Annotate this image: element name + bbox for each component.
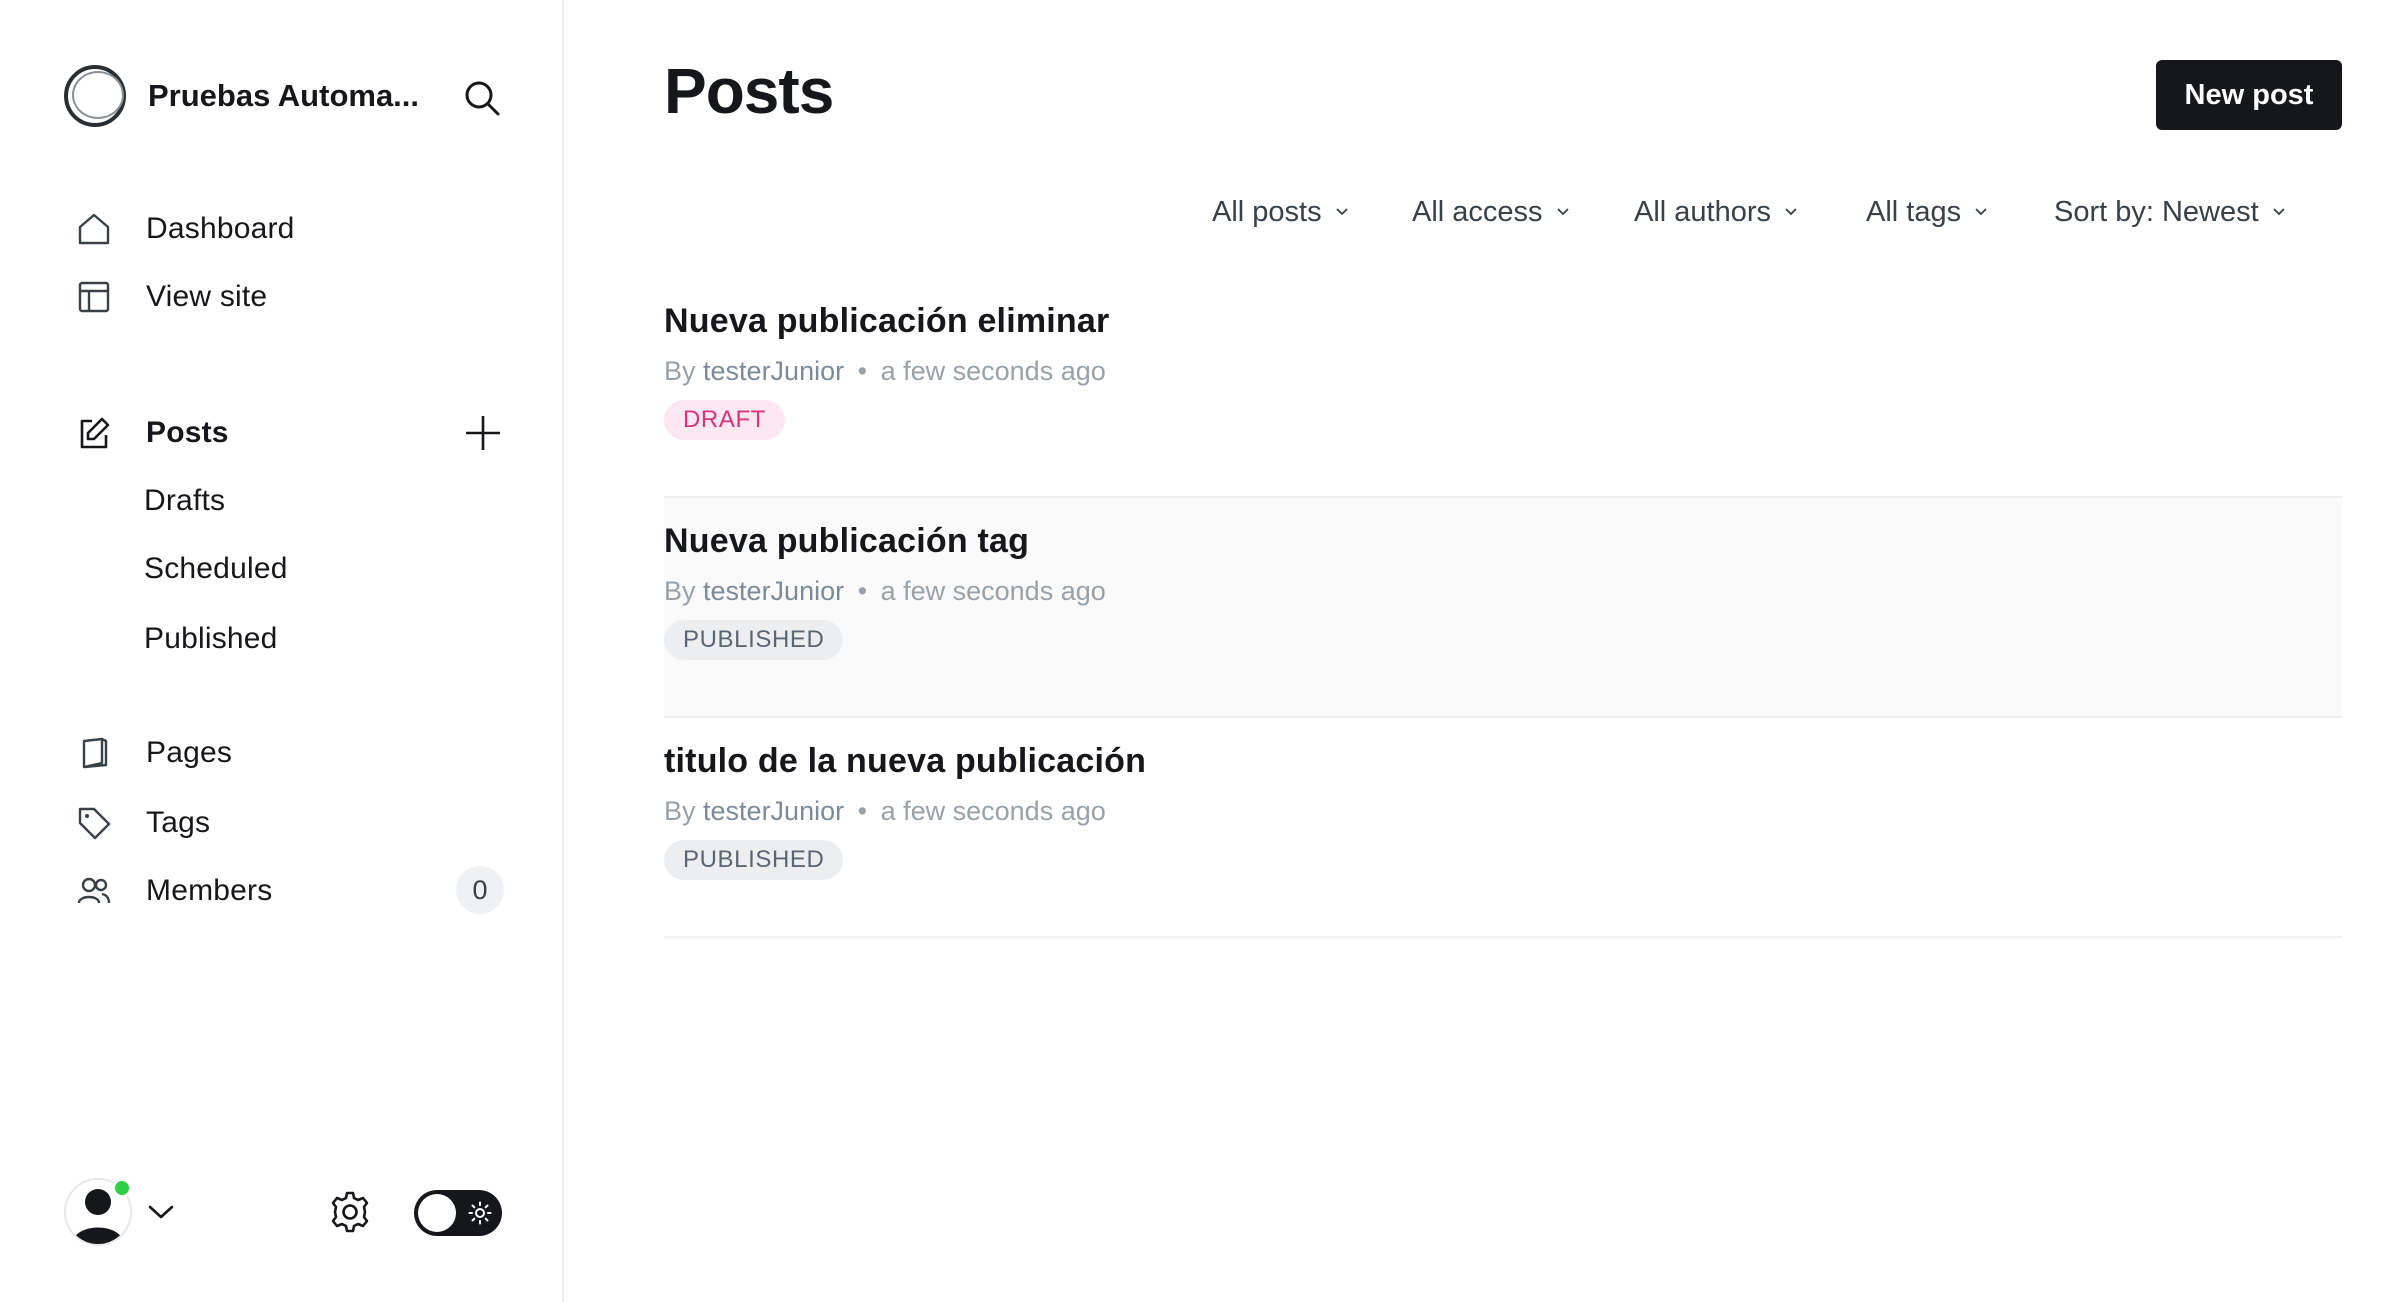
sidebar-item-label: Tags (146, 806, 211, 839)
sidebar-item-label: View site (146, 280, 268, 313)
sidebar-item-label: Posts (146, 416, 229, 449)
sidebar-item-scheduled[interactable]: Scheduled (144, 546, 288, 592)
search-icon (465, 81, 500, 116)
post-time: a few seconds ago (880, 796, 1106, 826)
filter-sort[interactable]: Sort by: Newest (2054, 190, 2287, 234)
post-time: a few seconds ago (880, 576, 1106, 606)
page-title: Posts (664, 55, 834, 127)
tag-icon (74, 803, 114, 843)
edit-icon (74, 413, 114, 453)
home-icon (74, 209, 114, 249)
post-time: a few seconds ago (880, 356, 1106, 386)
meta-separator: • (857, 796, 868, 826)
post-meta: By testerJunior • a few seconds ago (664, 356, 1106, 387)
post-row[interactable]: titulo de la nueva publicación By tester… (664, 718, 2342, 938)
theme-toggle[interactable] (414, 1190, 502, 1236)
post-author: testerJunior (703, 796, 845, 826)
post-meta: By testerJunior • a few seconds ago (664, 576, 1106, 607)
page-icon (74, 733, 114, 773)
status-badge: DRAFT (664, 400, 785, 440)
post-author: testerJunior (703, 356, 845, 386)
main-content: Posts New post All posts All access All … (564, 0, 2400, 1302)
sidebar-item-tags[interactable]: Tags (74, 798, 514, 848)
filter-tags[interactable]: All tags (1866, 190, 1989, 234)
filter-bar: All posts All access All authors All tag… (564, 190, 2308, 234)
site-logo-icon (64, 65, 126, 127)
chevron-down-icon[interactable] (146, 1197, 176, 1227)
meta-separator: • (857, 356, 868, 386)
new-post-button[interactable]: New post (2156, 60, 2342, 130)
chevron-down-icon (2273, 208, 2285, 216)
sidebar-item-pages[interactable]: Pages (74, 728, 514, 778)
sidebar-item-members[interactable]: Members (74, 866, 514, 916)
filter-post-type[interactable]: All posts (1212, 190, 1350, 234)
status-badge: PUBLISHED (664, 840, 844, 880)
post-by: By (664, 356, 696, 386)
settings-button[interactable] (326, 1188, 374, 1236)
post-title[interactable]: Nueva publicación tag (664, 522, 1029, 561)
add-post-button[interactable] (460, 410, 506, 456)
filter-label: All access (1412, 195, 1543, 228)
sidebar-item-posts[interactable]: Posts (74, 408, 514, 458)
sidebar-item-view-site[interactable]: View site (74, 272, 514, 322)
sidebar-item-label: Pages (146, 736, 233, 769)
sidebar-item-dashboard[interactable]: Dashboard (74, 204, 514, 254)
sidebar-item-published[interactable]: Published (144, 616, 278, 662)
app: Pruebas Automa... Dashboard View site Po… (0, 0, 2400, 1302)
post-by: By (664, 796, 696, 826)
filter-authors[interactable]: All authors (1634, 190, 1799, 234)
members-count-badge: 0 (456, 866, 504, 914)
sidebar-item-label: Members (146, 874, 273, 907)
filter-label: Sort by: Newest (2054, 195, 2259, 228)
sidebar: Pruebas Automa... Dashboard View site Po… (0, 0, 564, 1302)
toggle-knob (418, 1194, 456, 1232)
post-title[interactable]: Nueva publicación eliminar (664, 302, 1109, 341)
chevron-down-icon (1785, 208, 1797, 216)
post-author: testerJunior (703, 576, 845, 606)
post-title[interactable]: titulo de la nueva publicación (664, 742, 1146, 781)
chevron-down-icon (1975, 208, 1987, 216)
status-badge: PUBLISHED (664, 620, 844, 660)
post-meta: By testerJunior • a few seconds ago (664, 796, 1106, 827)
filter-label: All posts (1212, 195, 1322, 228)
post-by: By (664, 576, 696, 606)
sidebar-item-drafts[interactable]: Drafts (144, 478, 225, 524)
sun-icon (468, 1201, 492, 1225)
members-icon (74, 871, 114, 911)
filter-label: All authors (1634, 195, 1772, 228)
online-status-dot (112, 1178, 132, 1198)
site-name: Pruebas Automa... (148, 78, 420, 113)
post-list: Nueva publicación eliminar By testerJuni… (664, 278, 2342, 938)
filter-label: All tags (1866, 195, 1962, 228)
plus-icon (466, 416, 500, 450)
chevron-down-icon (1556, 208, 1569, 216)
view-site-icon (74, 277, 114, 317)
gear-icon (331, 1191, 369, 1233)
chevron-down-icon (1335, 208, 1348, 216)
sidebar-item-label: Dashboard (146, 212, 295, 245)
post-row[interactable]: Nueva publicación eliminar By testerJuni… (664, 278, 2342, 498)
search-button[interactable] (460, 76, 504, 120)
meta-separator: • (857, 576, 868, 606)
filter-access[interactable]: All access (1412, 190, 1571, 234)
site-brand[interactable]: Pruebas Automa... (64, 64, 504, 128)
post-row[interactable]: Nueva publicación tag By testerJunior • … (664, 498, 2342, 718)
